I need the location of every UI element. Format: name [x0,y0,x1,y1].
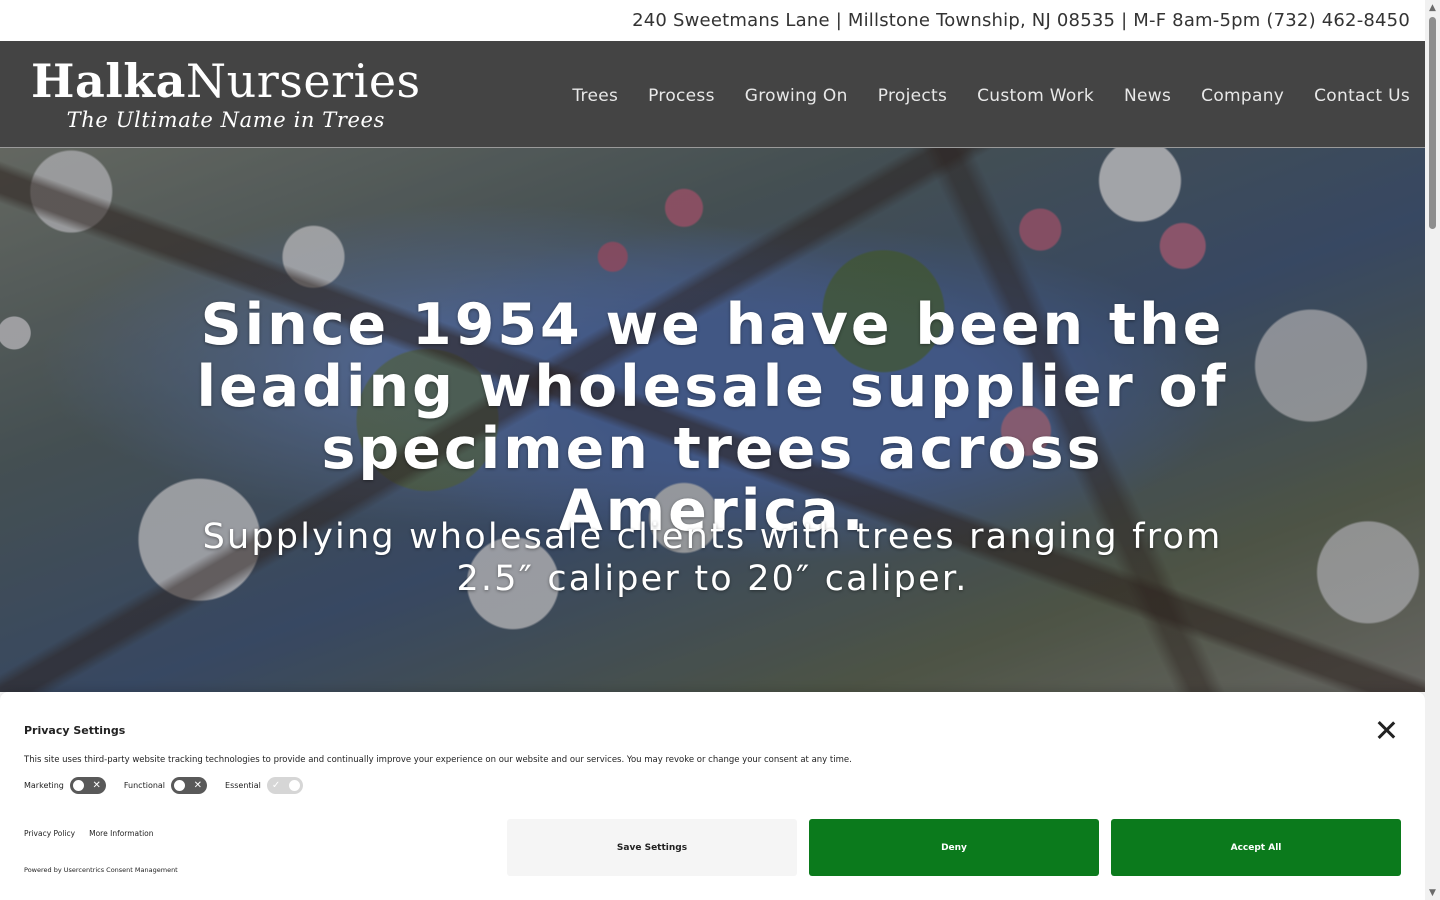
nav-item-contact-us[interactable]: Contact Us [1314,86,1410,106]
logo-wordmark: HalkaNurseries [31,58,421,104]
page: 240 Sweetmans Lane | Millstone Township,… [0,0,1425,900]
top-contact-bar: 240 Sweetmans Lane | Millstone Township,… [0,0,1425,41]
nav-item-trees[interactable]: Trees [572,86,618,106]
nav-item-news[interactable]: News [1124,86,1171,106]
scroll-down-icon[interactable]: ▼ [1425,885,1440,900]
hero-banner: Since 1954 we have been the leading whol… [0,148,1425,692]
check-mark-icon: ✓ [271,780,281,791]
x-mark-icon: ✕ [193,780,203,791]
nav-item-custom-work[interactable]: Custom Work [977,86,1094,106]
x-mark-icon: ✕ [92,780,101,791]
privacy-consent-banner: Privacy Settings This site uses third-pa… [0,692,1425,900]
scrollbar-thumb[interactable] [1429,17,1436,229]
toggle-knob [287,779,301,792]
toggle-knob [71,779,85,792]
nav-item-company[interactable]: Company [1201,86,1284,106]
logo-tagline: The Ultimate Name in Trees [66,107,385,132]
accept-all-button[interactable]: Accept All [1111,819,1401,876]
logo-bold-text: Halka [31,53,186,108]
scroll-up-icon[interactable]: ▲ [1425,0,1440,15]
site-header: HalkaNurseries The Ultimate Name in Tree… [0,41,1425,148]
consent-toggles: Marketing ✕ Functional ✕ Essential ✓ [24,777,321,794]
marketing-toggle[interactable]: ✕ [69,777,106,794]
privacy-policy-link[interactable]: Privacy Policy [24,829,75,838]
powered-by-text: Powered by Usercentrics Consent Manageme… [24,866,178,874]
more-information-link[interactable]: More Information [89,829,153,838]
toggle-group-marketing: Marketing ✕ [24,777,106,794]
toggle-label-essential: Essential [225,781,261,790]
nav-item-projects[interactable]: Projects [878,86,947,106]
consent-description: This site uses third-party website track… [24,755,852,765]
nav-item-process[interactable]: Process [648,86,715,106]
nav-item-growing-on[interactable]: Growing On [745,86,848,106]
toggle-group-essential: Essential ✓ [225,777,303,794]
toggle-group-functional: Functional ✕ [123,777,208,794]
functional-toggle[interactable]: ✕ [171,777,208,794]
hero-heading: Since 1954 we have been the leading whol… [196,292,1229,544]
contact-info: 240 Sweetmans Lane | Millstone Township,… [632,10,1410,31]
deny-button[interactable]: Deny [809,819,1099,876]
toggle-label-marketing: Marketing [24,781,64,790]
consent-title: Privacy Settings [24,724,126,737]
essential-toggle: ✓ [266,777,303,794]
hero-subheading: Supplying wholesale clients with trees r… [202,517,1223,599]
close-icon[interactable] [1374,718,1398,742]
site-logo[interactable]: HalkaNurseries The Ultimate Name in Tree… [31,58,421,131]
consent-links: Privacy Policy More Information [24,829,168,838]
main-nav: Trees Process Growing On Projects Custom… [542,86,1410,106]
toggle-knob [173,779,187,792]
save-settings-button[interactable]: Save Settings [507,819,797,876]
logo-light-text: Nurseries [185,53,421,108]
page-scrollbar[interactable]: ▲ ▼ [1425,0,1440,900]
toggle-label-functional: Functional [123,781,166,790]
